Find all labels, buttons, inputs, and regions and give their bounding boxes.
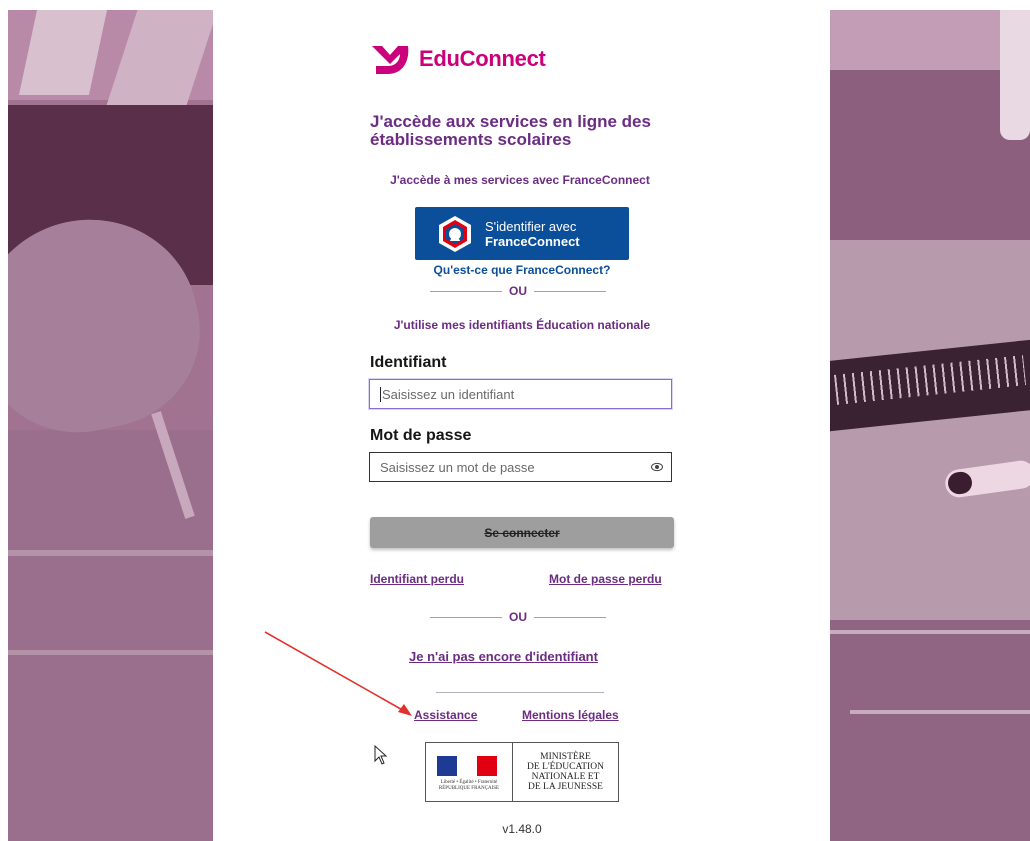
franceconnect-icon bbox=[439, 215, 471, 252]
username-label: Identifiant bbox=[370, 354, 447, 371]
separator-label-2: OU bbox=[509, 610, 527, 624]
mouse-pointer-icon bbox=[374, 745, 388, 765]
franceconnect-button-line1: S'identifier avec bbox=[485, 218, 577, 234]
french-flag-icon bbox=[437, 756, 497, 776]
logo-text: EduConnect bbox=[419, 46, 546, 71]
franceconnect-intro: J'accède à mes services avec FranceConne… bbox=[390, 173, 650, 187]
password-input[interactable]: Saisissez un mot de passe bbox=[369, 452, 672, 482]
separator-label: OU bbox=[509, 284, 527, 298]
text-caret bbox=[380, 386, 381, 402]
franceconnect-button-line2: FranceConnect bbox=[485, 233, 580, 249]
ministry-line4: DE LA JEUNESSE bbox=[528, 782, 603, 792]
eye-icon[interactable] bbox=[651, 462, 663, 472]
separator-or-top: OU bbox=[430, 284, 606, 298]
page-heading: J'accède aux services en ligne des établ… bbox=[370, 112, 651, 149]
ministry-line2: DE L'ÉDUCATION bbox=[527, 762, 604, 772]
franceconnect-button[interactable]: S'identifier avec FranceConnect bbox=[415, 207, 629, 260]
divider-line bbox=[436, 692, 604, 693]
educonnect-logo-icon bbox=[372, 46, 409, 74]
republique-francaise-mark: Liberté • Égalité • Fraternité RÉPUBLIQU… bbox=[426, 743, 513, 801]
what-is-franceconnect-link[interactable]: Qu'est-ce que FranceConnect? bbox=[370, 263, 674, 277]
username-input[interactable]: Saisissez un identifiant bbox=[369, 379, 672, 409]
password-placeholder: Saisissez un mot de passe bbox=[380, 459, 535, 475]
lost-username-link[interactable]: Identifiant perdu bbox=[370, 572, 464, 586]
annotation-arrow-icon bbox=[264, 631, 412, 716]
left-background-photo bbox=[8, 10, 213, 841]
no-account-link[interactable]: Je n'ai pas encore d'identifiant bbox=[409, 649, 598, 664]
education-nationale-intro: J'utilise mes identifiants Éducation nat… bbox=[393, 318, 651, 332]
lost-password-link[interactable]: Mot de passe perdu bbox=[549, 572, 662, 586]
right-background-photo bbox=[830, 10, 1030, 841]
version-label: v1.48.0 bbox=[502, 822, 542, 836]
franceconnect-button-text: S'identifier avec FranceConnect bbox=[485, 219, 580, 249]
assistance-link[interactable]: Assistance bbox=[414, 708, 477, 722]
username-placeholder: Saisissez un identifiant bbox=[382, 386, 515, 402]
ministry-line1: MINISTÈRE bbox=[540, 752, 591, 762]
educonnect-logo: EduConnect bbox=[370, 42, 546, 76]
login-button[interactable]: Se connecter bbox=[370, 517, 674, 548]
ministry-line3: NATIONALE ET bbox=[531, 772, 600, 782]
password-label: Mot de passe bbox=[370, 427, 472, 444]
republic-motto: Liberté • Égalité • Fraternité RÉPUBLIQU… bbox=[430, 780, 508, 792]
ministry-name: MINISTÈRE DE L'ÉDUCATION NATIONALE ET DE… bbox=[513, 743, 618, 801]
separator-or-bottom: OU bbox=[430, 610, 606, 624]
login-button-label: Se connecter bbox=[484, 525, 560, 540]
legal-notice-link[interactable]: Mentions légales bbox=[522, 708, 619, 722]
ministry-logo: Liberté • Égalité • Fraternité RÉPUBLIQU… bbox=[425, 742, 619, 802]
republic-text: RÉPUBLIQUE FRANÇAISE bbox=[438, 786, 500, 791]
